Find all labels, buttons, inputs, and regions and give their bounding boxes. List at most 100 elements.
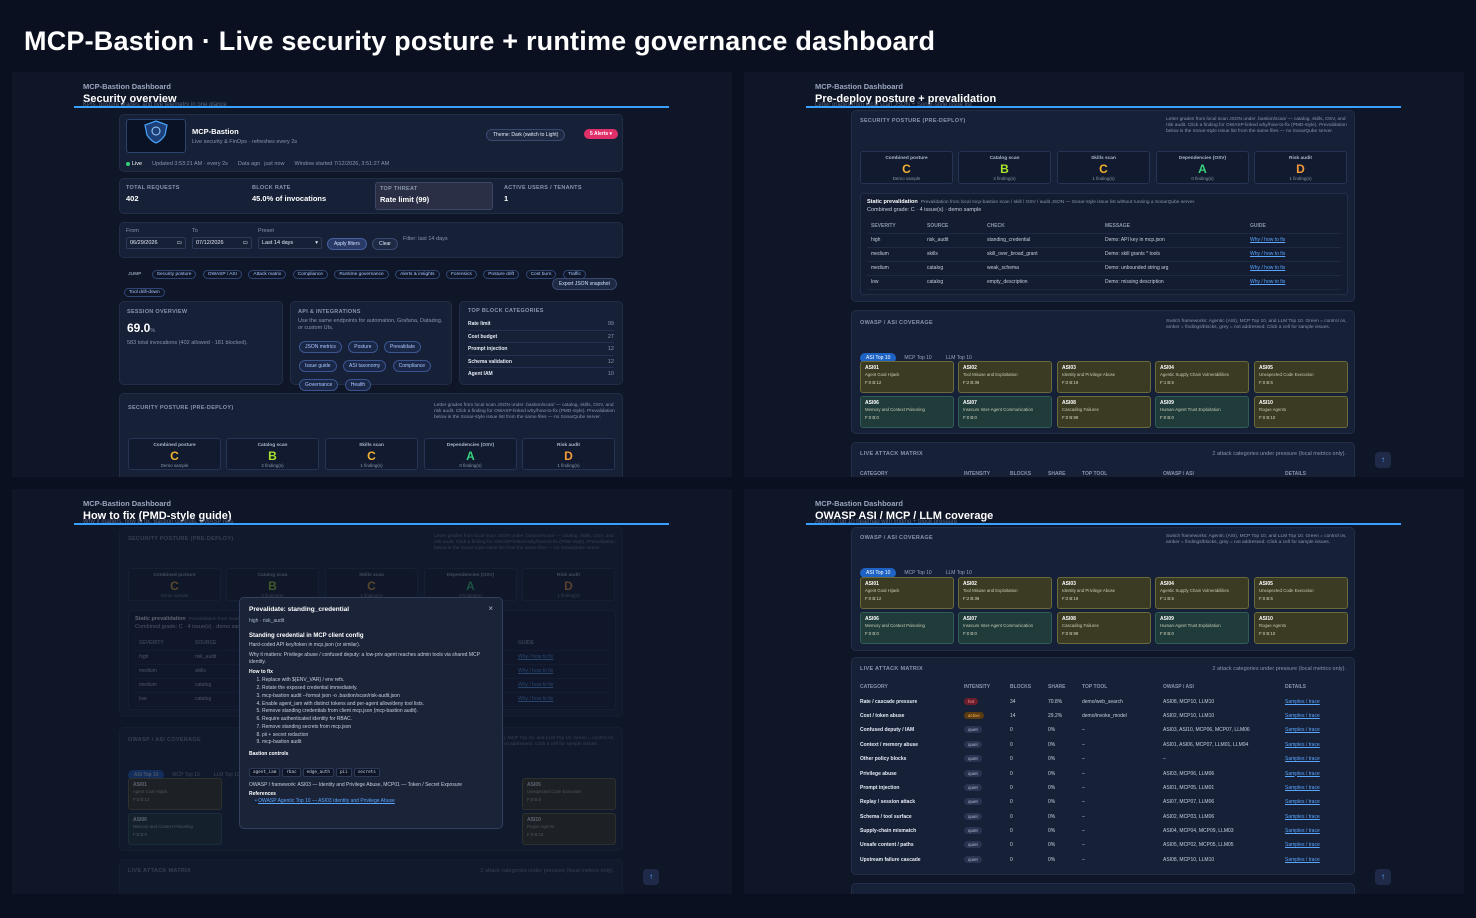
preset-select[interactable]: Last 14 days ▾ — [258, 237, 322, 249]
kpi-value: 402 — [126, 194, 139, 203]
grade-letter: C — [170, 449, 179, 463]
api-chip[interactable]: Health — [344, 379, 372, 392]
jump-link[interactable]: Compliance — [292, 270, 328, 279]
jump-link[interactable]: OWASP / ASI — [202, 270, 242, 279]
asi-id: ASI01 — [865, 365, 879, 371]
samples-trace-link[interactable]: Samples / trace — [1285, 727, 1320, 733]
grade-card-dependencies[interactable]: Dependencies (OSV) A 0 finding(s) — [424, 438, 517, 470]
api-chip[interactable]: ASI taxonomy — [343, 360, 387, 373]
scroll-top-button[interactable]: ↑ — [1375, 869, 1391, 885]
asi-card-asi03[interactable]: ASI03 Identity and Privilege Abuse F:2 B:1… — [1057, 361, 1151, 393]
grade-label: Risk audit — [557, 443, 580, 448]
modal-title: Prevalidate: standing_credential — [249, 606, 350, 613]
api-chip[interactable]: Compliance — [392, 360, 432, 373]
cell-top-tool: – — [1082, 813, 1085, 820]
jump-link[interactable]: Alerts & insights — [395, 270, 440, 279]
cell-owasp: ASI02, MCP03, LLM06 — [1163, 813, 1215, 820]
grade-sub: 2 finding(s) — [993, 176, 1016, 181]
card-label: OWASP / ASI COVERAGE — [860, 320, 933, 326]
api-chip[interactable]: Prevalidate — [383, 341, 421, 354]
grade-card-dependencies[interactable]: Dependencies (OSV) A 0 finding(s) — [1156, 151, 1249, 184]
grade-card-catalog[interactable]: Catalog scan B 2 finding(s) — [226, 438, 319, 470]
jump-link[interactable]: Cost burn — [525, 270, 557, 279]
export-json-button[interactable]: Export JSON snapshot — [552, 278, 617, 290]
grade-card-risk-audit[interactable]: Risk audit D 1 finding(s) — [522, 438, 615, 470]
samples-trace-link[interactable]: Samples / trace — [1285, 756, 1320, 762]
asi-card-asi10[interactable]: ASI10 Rogue Agents F:0 B:10 — [1254, 612, 1348, 644]
guide-link[interactable]: Why / how to fix — [1250, 279, 1285, 285]
samples-trace-link[interactable]: Samples / trace — [1285, 828, 1320, 834]
api-chip[interactable]: JSON metrics — [299, 341, 342, 354]
api-chip[interactable]: Issue guide — [299, 360, 337, 373]
asi-card-asi09[interactable]: ASI09 Human-Agent Trust Exploitation F:0 B… — [1155, 396, 1249, 428]
table-row[interactable]: high risk_audit standing_credential Demo: A… — [867, 233, 1341, 248]
samples-trace-link[interactable]: Samples / trace — [1285, 814, 1320, 820]
asi-card-asi01[interactable]: ASI01 Agent Goal Hijack F:0 B:12 — [860, 361, 954, 393]
theme-toggle-button[interactable]: Theme: Dark (switch to Light) — [486, 129, 566, 141]
close-icon[interactable]: × — [488, 604, 493, 613]
jump-link[interactable]: Security posture — [151, 270, 197, 279]
jump-link[interactable]: Attack matrix — [248, 270, 287, 279]
samples-trace-link[interactable]: Samples / trace — [1285, 799, 1320, 805]
jump-link[interactable]: Forensics — [445, 270, 477, 279]
asi-card-asi04[interactable]: ASI04 Agentic Supply Chain Vulnerabilitie… — [1155, 577, 1249, 609]
grade-card-skills[interactable]: Skills scan C 1 finding(s) — [1057, 151, 1150, 184]
asi-card-asi08[interactable]: ASI08 Cascading Failures F:0 B:99 — [1057, 612, 1151, 644]
asi-id: ASI08 — [1062, 400, 1076, 406]
api-chip[interactable]: Posture — [348, 341, 378, 354]
table-row: Schema / tool surface quiet 0 0% – ASI02, MCP… — [856, 810, 1350, 824]
asi-card-asi03[interactable]: ASI03 Identity and Privilege Abuse F:2 B:1… — [1057, 577, 1151, 609]
guide-link[interactable]: Why / how to fix — [1250, 265, 1285, 271]
category-count: 12 — [607, 346, 614, 352]
samples-trace-link[interactable]: Samples / trace — [1285, 713, 1320, 719]
from-date-input[interactable]: 06/29/2026 ▭ — [126, 237, 186, 249]
alerts-button[interactable]: 5 Alerts ▾ — [584, 129, 619, 139]
asi-card-asi06[interactable]: ASI06 Memory and Context Poisoning F:0 B:0 — [860, 396, 954, 428]
guide-link[interactable]: Why / how to fix — [1250, 237, 1285, 243]
grade-card-risk-audit[interactable]: Risk audit D 1 finding(s) — [1254, 151, 1347, 184]
to-date-input[interactable]: 07/12/2026 ▭ — [192, 237, 252, 249]
asi-id: ASI06 — [865, 400, 879, 406]
live-label: Live — [132, 161, 143, 167]
grade-card-combined[interactable]: Combined posture C Demo sample — [860, 151, 953, 184]
scroll-top-button[interactable]: ↑ — [643, 869, 659, 885]
samples-trace-link[interactable]: Samples / trace — [1285, 842, 1320, 848]
guide-link[interactable]: Why / how to fix — [1250, 251, 1285, 257]
apply-filters-button[interactable]: Apply filters — [327, 238, 367, 250]
asi-card-asi02[interactable]: ASI02 Tool Misuse and Exploitation F:2 B:3… — [958, 577, 1052, 609]
samples-trace-link[interactable]: Samples / trace — [1285, 857, 1320, 863]
category-name: Prompt injection — [468, 346, 508, 352]
table-row: Other policy blocks quiet 0 0% – – Samples / t… — [856, 752, 1350, 766]
scroll-top-button[interactable]: ↑ — [1375, 452, 1391, 468]
samples-trace-link[interactable]: Samples / trace — [1285, 785, 1320, 791]
asi-card-asi04[interactable]: ASI04 Agentic Supply Chain Vulnerabilitie… — [1155, 361, 1249, 393]
grade-card-skills[interactable]: Skills scan C 1 finding(s) — [325, 438, 418, 470]
clear-filters-button[interactable]: Clear — [372, 238, 398, 250]
jump-link[interactable]: Runtime governance — [334, 270, 389, 279]
samples-trace-link[interactable]: Samples / trace — [1285, 699, 1320, 705]
reference-link[interactable]: OWASP Agentic Top 10 — ASI03 Identity an… — [258, 798, 395, 804]
kpi-block-rate: BLOCK RATE 45.0% of invocations — [252, 185, 370, 209]
table-row[interactable]: medium skills skill_over_broad_grant Demo: … — [867, 247, 1341, 262]
api-chip[interactable]: Governance — [299, 379, 339, 392]
asi-card-asi10[interactable]: ASI10 Rogue Agents F:0 B:10 — [1254, 396, 1348, 428]
table-row[interactable]: low catalog empty_description Demo: missing… — [867, 275, 1341, 290]
attack-matrix-card: LIVE ATTACK MATRIX 2 attack categories u… — [851, 657, 1355, 875]
asi-card-asi07[interactable]: ASI07 Insecure Inter-Agent Communication F… — [958, 396, 1052, 428]
jump-link[interactable]: Posture drift — [483, 270, 520, 279]
cell-top-tool: – — [1082, 799, 1085, 806]
asi-card-asi08[interactable]: ASI08 Cascading Failures F:0 B:99 — [1057, 396, 1151, 428]
table-row[interactable]: medium catalog weak_schema Demo: unbounded … — [867, 261, 1341, 276]
asi-card-asi06[interactable]: ASI06 Memory and Context Poisoning F:0 B:0 — [860, 612, 954, 644]
samples-trace-link[interactable]: Samples / trace — [1285, 742, 1320, 748]
asi-card-asi01[interactable]: ASI01 Agent Goal Hijack F:0 B:12 — [860, 577, 954, 609]
asi-card-asi07[interactable]: ASI07 Insecure Inter-Agent Communication F… — [958, 612, 1052, 644]
grade-card-catalog[interactable]: Catalog scan B 2 finding(s) — [958, 151, 1051, 184]
asi-card-asi05[interactable]: ASI05 Unexpected Code Execution F:0 B:6 — [1254, 577, 1348, 609]
samples-trace-link[interactable]: Samples / trace — [1285, 771, 1320, 777]
jump-link[interactable]: Tool drill-down — [124, 288, 165, 297]
asi-card-asi02[interactable]: ASI02 Tool Misuse and Exploitation F:2 B:3… — [958, 361, 1052, 393]
asi-card-asi09[interactable]: ASI09 Human-Agent Trust Exploitation F:0 B… — [1155, 612, 1249, 644]
asi-card-asi05[interactable]: ASI05 Unexpected Code Execution F:0 B:6 — [1254, 361, 1348, 393]
grade-card-combined[interactable]: Combined posture C Demo sample — [128, 438, 221, 470]
